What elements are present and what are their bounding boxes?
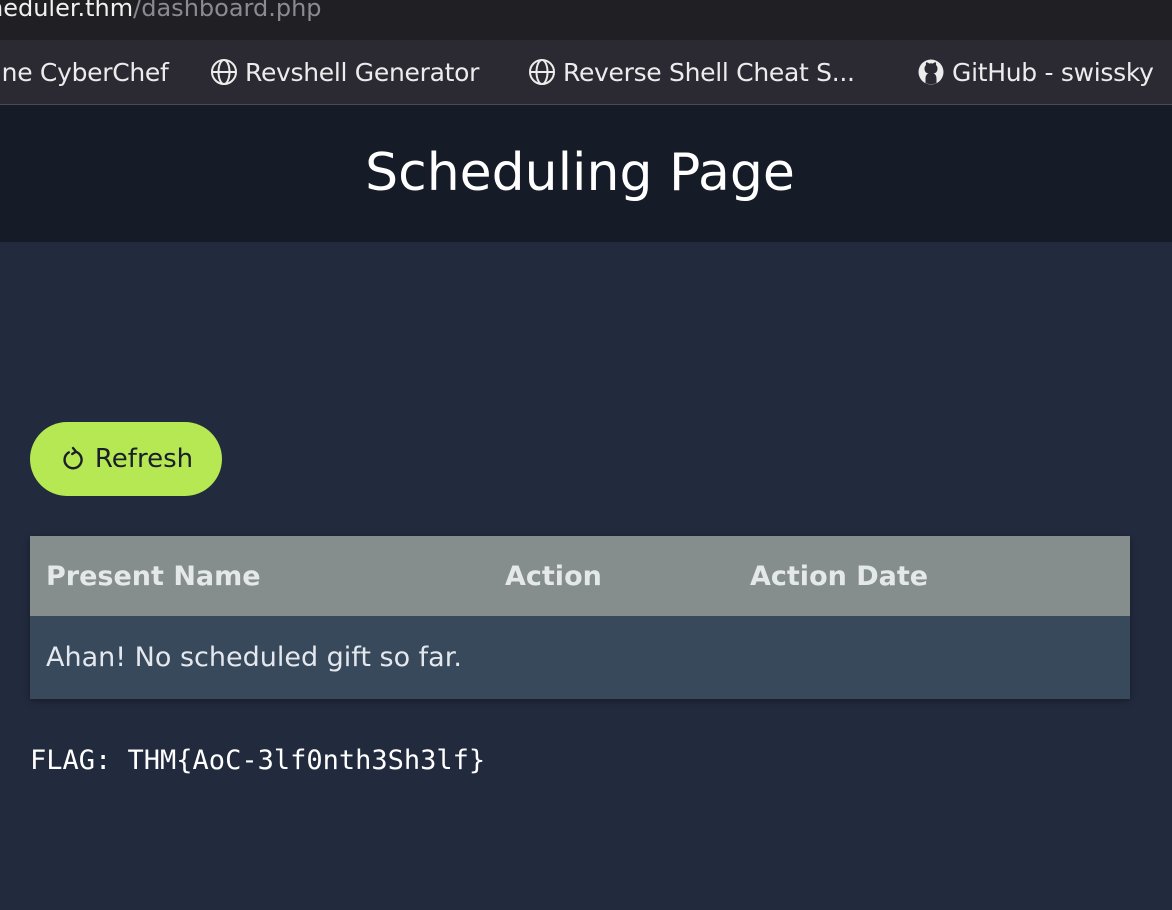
refresh-icon bbox=[63, 446, 83, 470]
address-bar[interactable]: heduler.thm/dashboard.php bbox=[0, 0, 1172, 40]
bookmark-cyberchef[interactable]: ine CyberChef bbox=[0, 40, 169, 104]
url-path: /dashboard.php bbox=[133, 0, 322, 22]
globe-icon bbox=[211, 59, 237, 85]
table-row: Ahan! No scheduled gift so far. bbox=[30, 616, 1130, 699]
column-header-action: Action bbox=[489, 536, 734, 616]
flag-text: FLAG: THM{AoC-3lf0nth3Sh3lf} bbox=[30, 745, 486, 776]
globe-icon bbox=[529, 59, 555, 85]
bookmark-label: ine CyberChef bbox=[0, 57, 169, 87]
empty-message: Ahan! No scheduled gift so far. bbox=[30, 616, 1130, 699]
bookmark-revshell-generator[interactable]: Revshell Generator bbox=[209, 40, 479, 104]
column-header-action-date: Action Date bbox=[734, 536, 1130, 616]
table-header-row: Present Name Action Action Date bbox=[30, 536, 1130, 616]
bookmark-label: GitHub - swissky bbox=[952, 57, 1154, 87]
github-icon bbox=[918, 59, 944, 85]
page-title: Scheduling Page bbox=[365, 143, 795, 203]
bookmark-label: Revshell Generator bbox=[245, 57, 480, 87]
refresh-label: Refresh bbox=[94, 444, 194, 474]
page-header: Scheduling Page bbox=[0, 105, 1172, 242]
url-text[interactable]: heduler.thm/dashboard.php bbox=[0, 0, 322, 24]
bookmark-label: Reverse Shell Cheat S... bbox=[563, 57, 855, 87]
refresh-button[interactable]: Refresh bbox=[30, 422, 222, 496]
bookmark-reverse-shell-cheat-sheet[interactable]: Reverse Shell Cheat S... bbox=[527, 40, 855, 104]
bookmarks-bar: ine CyberChef Revshell Generator Reverse… bbox=[0, 40, 1172, 105]
column-header-present-name: Present Name bbox=[30, 536, 489, 616]
schedule-table: Present Name Action Action Date Ahan! No… bbox=[30, 536, 1130, 699]
url-host: heduler.thm bbox=[0, 0, 134, 22]
bookmark-github[interactable]: GitHub - swissky bbox=[916, 40, 1154, 104]
